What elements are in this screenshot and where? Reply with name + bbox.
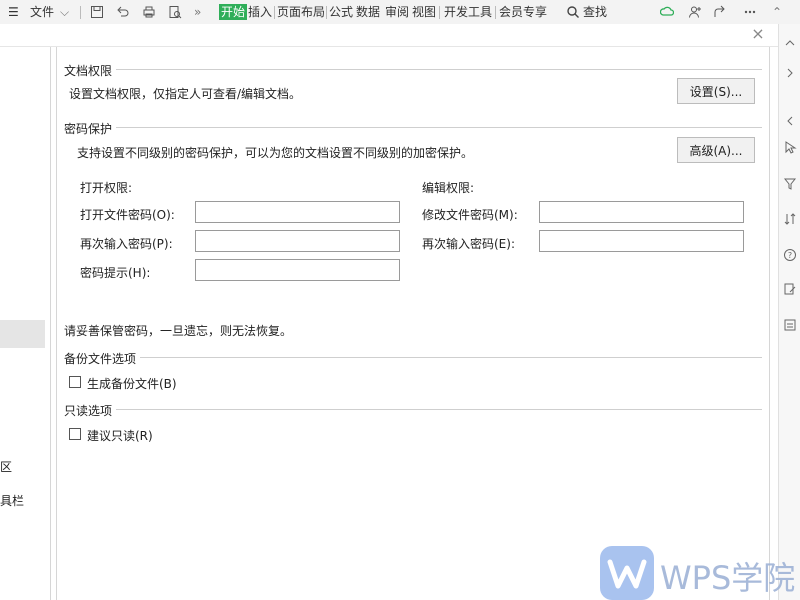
readonly-options-title: 只读选项 bbox=[64, 404, 113, 418]
tab-home[interactable]: 开始 bbox=[219, 4, 248, 20]
password-hint-field[interactable] bbox=[195, 259, 400, 281]
settings-button[interactable]: 设置(S)... bbox=[677, 78, 755, 104]
chevron-down-icon[interactable]: ⌵ bbox=[60, 4, 69, 20]
section-divider bbox=[140, 357, 762, 358]
doc-permission-description: 设置文档权限，仅指定人可查看/编辑文档。 bbox=[69, 87, 302, 101]
top-toolbar: ☰ 文件 ⌵ » 开始 插入 页面布局 公式 数据 审阅 视图 开发工具 会员专… bbox=[0, 0, 800, 25]
toolbar-divider bbox=[439, 6, 440, 19]
tab-review[interactable]: 审阅 bbox=[385, 4, 409, 20]
section-divider bbox=[116, 409, 762, 410]
password-warning-text: 请妥善保管密码，一旦遗忘，则无法恢复。 bbox=[64, 324, 293, 338]
document-icon[interactable] bbox=[783, 318, 797, 332]
edit-password-field[interactable] bbox=[539, 201, 744, 223]
share-icon[interactable] bbox=[713, 5, 727, 19]
tab-page-layout[interactable]: 页面布局 bbox=[277, 4, 325, 20]
chevron-right-icon[interactable] bbox=[783, 66, 797, 80]
print-preview-icon[interactable] bbox=[168, 5, 182, 19]
section-divider bbox=[116, 69, 762, 70]
wps-academy-watermark: WPS学院 bbox=[660, 559, 796, 597]
more-options-icon[interactable] bbox=[743, 5, 757, 19]
tab-insert[interactable]: 插入 bbox=[248, 4, 272, 20]
cursor-icon[interactable] bbox=[783, 140, 797, 154]
print-icon[interactable] bbox=[142, 5, 156, 19]
doc-permission-title: 文档权限 bbox=[64, 64, 113, 78]
chevron-up-icon[interactable] bbox=[783, 36, 797, 50]
dialog-title-bar bbox=[0, 24, 800, 47]
sort-icon[interactable] bbox=[783, 212, 797, 226]
content-panel-border bbox=[769, 47, 770, 600]
tab-member[interactable]: 会员专享 bbox=[499, 4, 547, 20]
cloud-sync-icon[interactable] bbox=[660, 5, 674, 19]
open-password-field[interactable] bbox=[195, 201, 400, 223]
undo-icon[interactable] bbox=[116, 5, 130, 19]
collapse-ribbon-icon[interactable]: ⌃ bbox=[772, 4, 782, 20]
add-user-icon[interactable] bbox=[688, 5, 702, 19]
save-icon[interactable] bbox=[90, 5, 104, 19]
section-divider bbox=[116, 127, 762, 128]
content-panel-border bbox=[56, 47, 57, 600]
tab-data[interactable]: 数据 bbox=[356, 4, 380, 20]
advanced-button[interactable]: 高级(A)... bbox=[677, 137, 755, 163]
backup-checkbox[interactable] bbox=[69, 376, 81, 388]
right-sidebar: ? bbox=[778, 24, 800, 600]
filter-icon[interactable] bbox=[783, 177, 797, 191]
backup-checkbox-label[interactable]: 生成备份文件(B) bbox=[87, 375, 177, 392]
toolbar-divider bbox=[80, 6, 81, 19]
file-menu[interactable]: 文件 bbox=[30, 4, 54, 20]
open-confirm-label: 再次输入密码(P): bbox=[80, 237, 173, 251]
toolbar-divider bbox=[274, 6, 275, 19]
toolbar-divider bbox=[326, 6, 327, 19]
tab-formula[interactable]: 公式 bbox=[329, 4, 353, 20]
edit-permission-label: 编辑权限: bbox=[422, 181, 475, 195]
hamburger-menu-icon[interactable]: ☰ bbox=[8, 4, 19, 20]
toolbar-divider bbox=[495, 6, 496, 19]
tab-developer-tools[interactable]: 开发工具 bbox=[444, 4, 492, 20]
svg-text:?: ? bbox=[788, 251, 792, 260]
more-tools-button[interactable]: » bbox=[194, 4, 201, 20]
password-hint-label: 密码提示(H): bbox=[80, 266, 151, 280]
open-password-label: 打开文件密码(O): bbox=[80, 208, 175, 222]
edit-icon[interactable] bbox=[783, 282, 797, 296]
tab-view[interactable]: 视图 bbox=[412, 4, 436, 20]
nav-item-selected[interactable] bbox=[0, 320, 45, 348]
edit-confirm-field[interactable] bbox=[539, 230, 744, 252]
search-button[interactable]: 查找 bbox=[583, 4, 607, 20]
edit-password-label: 修改文件密码(M): bbox=[422, 208, 518, 222]
readonly-checkbox-label[interactable]: 建议只读(R) bbox=[87, 427, 153, 444]
password-protection-title: 密码保护 bbox=[64, 122, 113, 136]
search-icon[interactable] bbox=[566, 5, 580, 19]
help-icon[interactable]: ? bbox=[783, 248, 797, 262]
edit-confirm-label: 再次输入密码(E): bbox=[422, 237, 515, 251]
close-icon[interactable]: × bbox=[748, 24, 768, 44]
nav-item-fragment[interactable]: 区 bbox=[0, 458, 12, 475]
nav-item-fragment[interactable]: 具栏 bbox=[0, 492, 24, 509]
backup-options-title: 备份文件选项 bbox=[64, 352, 137, 366]
readonly-checkbox[interactable] bbox=[69, 428, 81, 440]
chevron-left-icon[interactable] bbox=[783, 114, 797, 128]
password-protection-description: 支持设置不同级别的密码保护，可以为您的文档设置不同级别的加密保护。 bbox=[77, 146, 474, 160]
open-permission-label: 打开权限: bbox=[80, 181, 133, 195]
open-confirm-field[interactable] bbox=[195, 230, 400, 252]
wps-logo-icon bbox=[600, 546, 654, 600]
